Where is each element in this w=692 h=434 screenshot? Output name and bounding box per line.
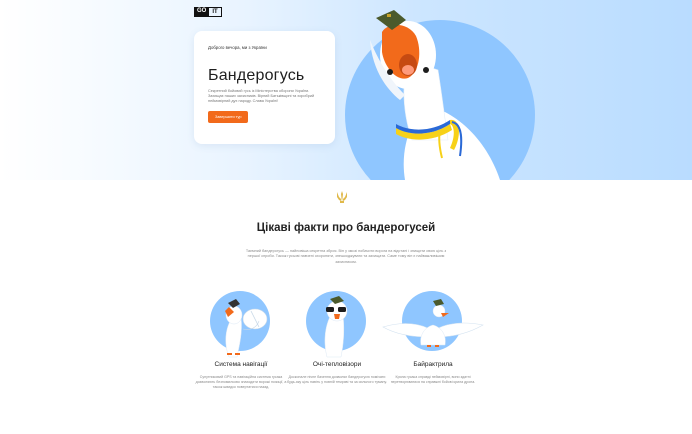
facts-title: Цікаві факти про бандерогусей	[256, 222, 436, 234]
hero-title: Бандерогусь	[208, 67, 305, 84]
logo-part-go: GO	[194, 7, 210, 17]
trident-icon	[337, 191, 347, 203]
hero-description: Секретний бойовий гусь із Міністерства о…	[208, 89, 315, 104]
hero-cta-button[interactable]: Завершити тур	[208, 110, 249, 123]
hero-card: Доброго вечора, ми з України Бандерогусь…	[194, 31, 335, 144]
fact-card-wings: Байрактрила Крила гусака справді неймові…	[373, 287, 493, 385]
fact-illustration	[373, 287, 493, 359]
fact-text: Досконале нічне бачення дозволяє бандеро…	[287, 375, 387, 384]
facts-intro: Таємний бандерогусь — найновіша секретна…	[245, 249, 447, 264]
logo[interactable]: GO IT	[194, 7, 222, 17]
hero-section: GO IT Доброго вечора, ми з України Банде…	[0, 0, 692, 180]
fact-text: Крила гусака справді неймовірні, вони зд…	[390, 375, 476, 384]
goose-hero-illustration	[370, 10, 500, 180]
fact-text: Супутниковий GPS та навігаційна система …	[195, 375, 287, 389]
goose-wings-icon	[382, 299, 484, 347]
logo-part-it: IT	[209, 7, 222, 17]
hero-greeting: Доброго вечора, ми з України	[208, 45, 267, 50]
fact-title: Байрактрила	[413, 361, 453, 368]
